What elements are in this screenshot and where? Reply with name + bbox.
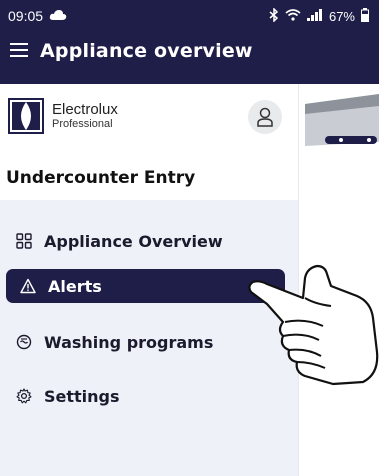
appliance-image: [285, 84, 379, 150]
bluetooth-icon: [269, 6, 279, 25]
menu-item-appliance-overview[interactable]: Appliance Overview: [14, 224, 223, 258]
user-profile-button[interactable]: [248, 100, 282, 134]
brand-sub: Professional: [52, 118, 113, 130]
gear-icon: [14, 386, 34, 406]
menu-icon[interactable]: [10, 42, 28, 61]
cloud-icon: [49, 8, 67, 24]
pointing-hand-icon: [245, 256, 379, 390]
app-bar: 09:05 67% Appliance overview: [0, 0, 379, 84]
menu-item-alerts[interactable]: Alerts: [6, 269, 285, 303]
menu-item-washing-programs[interactable]: Washing programs: [14, 325, 213, 359]
signal-icon: [306, 8, 323, 24]
battery-icon: [361, 7, 369, 25]
brand-logo: Electrolux Professional: [8, 98, 118, 134]
user-icon: [257, 107, 273, 127]
status-time: 09:05: [8, 8, 44, 24]
battery-percent: 67%: [328, 8, 355, 24]
menu-item-label: Washing programs: [44, 332, 214, 352]
device-name: Undercounter Entry: [6, 168, 196, 188]
status-bar: 09:05 67%: [8, 4, 369, 28]
wash-icon: [14, 332, 34, 352]
menu-item-settings[interactable]: Settings: [14, 379, 120, 413]
page-title: Appliance overview: [40, 40, 253, 62]
electrolux-logo-icon: [8, 98, 44, 134]
menu-item-label: Appliance Overview: [44, 231, 223, 251]
menu-item-label: Settings: [44, 386, 120, 406]
wifi-icon: [285, 8, 301, 24]
grid-icon: [14, 231, 34, 251]
menu-item-label: Alerts: [48, 276, 102, 296]
drawer-header: Electrolux Professional Undercounter Ent…: [0, 84, 298, 200]
brand-name: Electrolux: [52, 101, 118, 118]
warning-icon: [18, 276, 38, 296]
